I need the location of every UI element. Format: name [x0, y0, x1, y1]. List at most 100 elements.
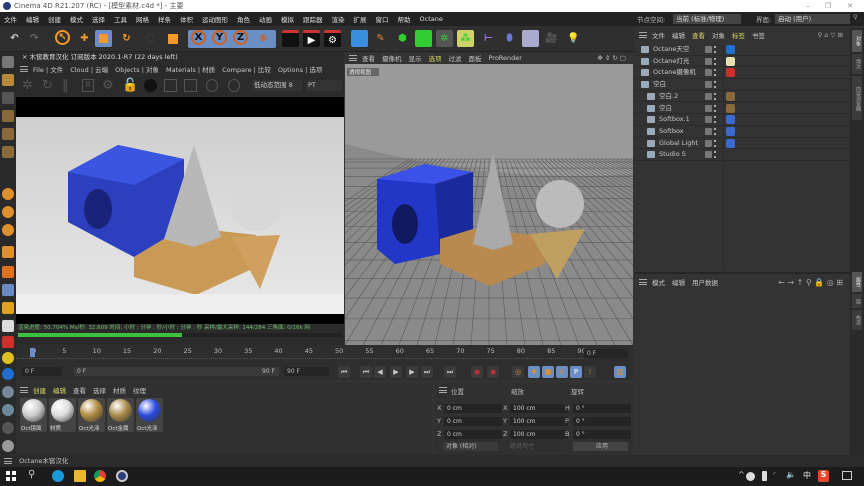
mix-material-icon[interactable] [2, 440, 14, 452]
x-axis-icon[interactable]: X [191, 30, 206, 45]
sogou-icon[interactable]: S [818, 470, 829, 482]
menu-file[interactable]: 文件 [4, 14, 17, 24]
recent-icon[interactable]: ◌ [142, 30, 159, 47]
menu-simulate[interactable]: 模拟 [281, 14, 294, 24]
object-tag-icon[interactable] [726, 138, 735, 148]
select-icon[interactable]: ↖ [55, 30, 70, 45]
record-icon[interactable]: ● [471, 366, 483, 378]
make-editable-icon[interactable] [2, 56, 14, 68]
close-button[interactable]: ✕ [840, 0, 860, 12]
mat-menu-texture[interactable]: 纹理 [133, 385, 146, 395]
menu-mesh[interactable]: 网格 [136, 14, 149, 24]
ime-indicator[interactable]: 中 [803, 470, 811, 481]
hamburger-icon[interactable] [4, 458, 12, 464]
previous-key-icon[interactable]: ⏮ [360, 366, 372, 378]
cinema4d-taskbar-icon[interactable] [116, 470, 128, 482]
z-axis-icon[interactable]: Z [233, 30, 248, 45]
subdivision-icon[interactable]: ⬢ [394, 30, 411, 47]
kernel-select[interactable]: PT [306, 80, 342, 91]
object-tag-icon[interactable] [726, 56, 735, 66]
network-icon[interactable]: ◜ [773, 470, 776, 479]
scale-field[interactable]: 100 cm [510, 430, 568, 439]
rotation-field[interactable]: 0 ° [573, 417, 631, 426]
hamburger-icon[interactable] [639, 32, 647, 38]
object-tag-icon[interactable] [726, 91, 735, 101]
object-tag-icon[interactable] [726, 115, 735, 125]
menu-render[interactable]: 渲染 [332, 14, 345, 24]
extrude-icon[interactable] [415, 30, 432, 47]
object-name[interactable]: Softbox.1 [659, 114, 690, 125]
settings-gear-icon[interactable]: ⚙ [102, 78, 114, 93]
menu-help[interactable]: 帮助 [398, 14, 411, 24]
object-row[interactable]: 空白 [635, 103, 850, 115]
attr-menu-edit[interactable]: 编辑 [672, 277, 685, 287]
search-icon[interactable]: ⚲ [853, 13, 858, 21]
menu-tracker[interactable]: 跟踪器 [303, 14, 323, 24]
material-pick-icon[interactable] [228, 79, 240, 92]
tab-attributes[interactable]: 属性 [852, 272, 862, 292]
position-field[interactable]: 0 cm [444, 417, 502, 426]
search-icon[interactable]: ⚲ [28, 469, 35, 480]
render-dots[interactable] [714, 104, 716, 112]
visibility-toggle[interactable] [705, 81, 712, 89]
object-name[interactable]: Global Light [659, 138, 698, 149]
coordinate-mode-select[interactable]: 对象 (相对) [443, 442, 498, 451]
obj-menu-bookmarks[interactable]: 书签 [752, 30, 765, 40]
octane-tag-icon[interactable] [2, 302, 14, 314]
rotation-field[interactable]: 0 ° [573, 430, 631, 439]
visibility-toggle[interactable] [705, 127, 712, 135]
viewport-menu-prorender[interactable]: ProRender [489, 54, 522, 62]
object-name[interactable]: 空白 [659, 103, 672, 114]
object-tag-icon[interactable] [726, 126, 735, 136]
visibility-toggle[interactable] [705, 151, 712, 159]
battery-icon[interactable] [762, 471, 767, 481]
obj-menu-object[interactable]: 对象 [712, 30, 725, 40]
material-swatch[interactable]: 材质 [49, 398, 76, 432]
y-axis-icon[interactable]: Y [212, 30, 227, 45]
menu-animate[interactable]: 动画 [259, 14, 272, 24]
object-name[interactable]: Octane灯光 [653, 56, 689, 67]
visibility-toggle[interactable] [705, 57, 712, 65]
light-icon[interactable]: 💡 [565, 30, 582, 47]
chrome-icon[interactable] [94, 470, 106, 482]
snap-icon[interactable] [2, 188, 14, 200]
pen-icon[interactable]: ✎ [372, 30, 389, 47]
cube-icon[interactable] [351, 30, 368, 47]
glossy-material-icon[interactable] [2, 404, 14, 416]
camera-icon[interactable]: 🎥 [543, 30, 560, 47]
mat-menu-view[interactable]: 查看 [73, 385, 86, 395]
octane-menu-compare[interactable]: Compare | 比较 [222, 64, 271, 74]
key-rotation-icon[interactable]: ↻ [556, 366, 568, 378]
perspective-viewport[interactable]: 查看 摄像机 显示 选项 过滤 面板 ProRender ✥ ⇕ ↻ ▢ 透视视… [345, 52, 633, 345]
viewport-nav-icons[interactable]: ✥ ⇕ ↻ ▢ [597, 54, 626, 62]
attr-menu-user-data[interactable]: 用户数据 [692, 277, 718, 287]
dynamic-range-select[interactable]: 低动态范围 8 [252, 80, 302, 91]
timeline[interactable]: 051015202530354045505560657075808590 0 F… [16, 345, 633, 380]
octane-light-icon[interactable] [2, 320, 14, 332]
render-dots[interactable] [714, 92, 716, 100]
key-position-icon[interactable]: ✚ [528, 366, 540, 378]
object-row[interactable]: Studio S [635, 149, 850, 161]
key-parameter-icon[interactable]: P [570, 366, 582, 378]
mat-menu-edit[interactable]: 编辑 [53, 385, 66, 395]
mat-menu-select[interactable]: 选择 [93, 385, 106, 395]
lock-icon[interactable]: 🔓 [122, 78, 138, 93]
material-icon[interactable] [2, 386, 14, 398]
hamburger-icon[interactable] [439, 387, 447, 393]
send-scene-icon[interactable]: ✲ [22, 78, 33, 93]
points-mode-icon[interactable] [2, 110, 14, 122]
deformer-icon[interactable]: ⊢ [480, 30, 497, 47]
render-view-icon[interactable] [282, 30, 299, 47]
floor-icon[interactable] [522, 30, 539, 47]
obs-icon[interactable] [746, 472, 755, 481]
focus-pick-icon[interactable] [206, 79, 218, 92]
live-select-icon[interactable] [164, 30, 181, 47]
menu-tools[interactable]: 工具 [114, 14, 127, 24]
render-dots[interactable] [714, 46, 716, 53]
end-frame-field[interactable]: 90 F [284, 367, 329, 376]
edges-mode-icon[interactable] [2, 128, 14, 140]
locked-workplane-icon[interactable] [2, 246, 14, 258]
autokey-icon[interactable]: ◉ [487, 366, 499, 378]
mat-menu-create[interactable]: 创建 [33, 385, 46, 395]
scale-icon[interactable] [95, 30, 112, 47]
